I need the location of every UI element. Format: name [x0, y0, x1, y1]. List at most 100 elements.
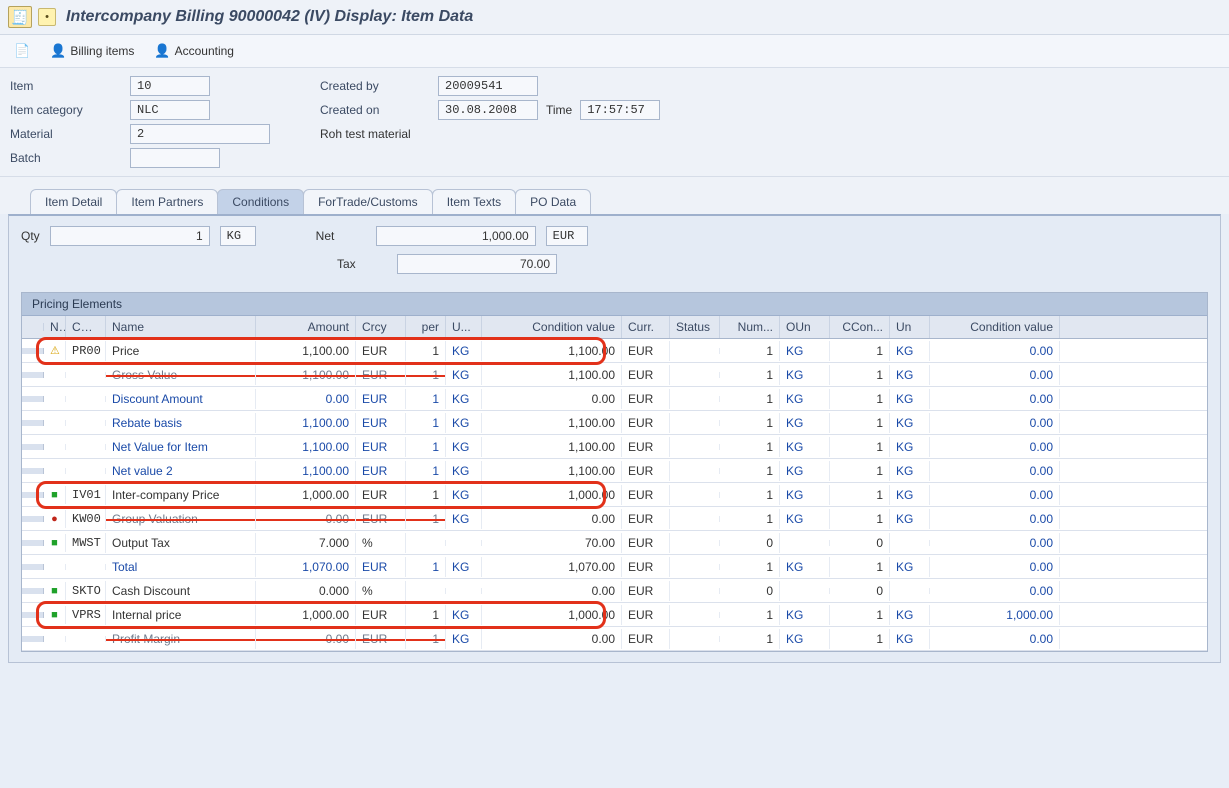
- row-selector[interactable]: [22, 564, 44, 570]
- cell-ccon: 1: [830, 365, 890, 385]
- batch-field[interactable]: [130, 148, 220, 168]
- item-field[interactable]: [130, 76, 210, 96]
- row-selector[interactable]: [22, 516, 44, 522]
- status-icon: [44, 444, 66, 450]
- tab-item-texts[interactable]: Item Texts: [432, 189, 516, 214]
- cell-uom: KG: [446, 413, 482, 433]
- time-field[interactable]: [580, 100, 660, 120]
- material-field[interactable]: [130, 124, 270, 144]
- row-selector[interactable]: [22, 444, 44, 450]
- cell-cv2: 0.00: [930, 485, 1060, 505]
- cell-crcy: EUR: [356, 389, 406, 409]
- table-row[interactable]: Total1,070.00EUR1KG1,070.00EUR1KG1KG0.00: [22, 555, 1207, 579]
- cell-num: 0: [720, 533, 780, 553]
- tab-item-partners[interactable]: Item Partners: [116, 189, 218, 214]
- status-icon: [44, 564, 66, 570]
- billing-items-button[interactable]: 👤 Billing items: [46, 41, 138, 61]
- cell-num: 1: [720, 557, 780, 577]
- cell-num: 1: [720, 365, 780, 385]
- material-desc: Roh test material: [320, 127, 411, 141]
- pricing-title: Pricing Elements: [22, 293, 1207, 316]
- cell-oun: KG: [780, 389, 830, 409]
- table-row[interactable]: ■VPRSInternal price1,000.00EUR1KG1,000.0…: [22, 603, 1207, 627]
- tab-conditions[interactable]: Conditions: [217, 189, 304, 214]
- cell-amount: 7.000: [256, 533, 356, 553]
- created-on-field[interactable]: [438, 100, 538, 120]
- net-field[interactable]: [376, 226, 536, 246]
- qty-unit-field[interactable]: [220, 226, 256, 246]
- tax-label: Tax: [337, 257, 387, 271]
- table-row[interactable]: ■IV01Inter-company Price1,000.00EUR1KG1,…: [22, 483, 1207, 507]
- cell-oun: KG: [780, 437, 830, 457]
- table-row[interactable]: Net Value for Item1,100.00EUR1KG1,100.00…: [22, 435, 1207, 459]
- toolbar: 📄 👤 Billing items 👤 Accounting: [0, 35, 1229, 68]
- row-selector[interactable]: [22, 636, 44, 642]
- table-row[interactable]: ■MWSTOutput Tax7.000%70.00EUR000.00: [22, 531, 1207, 555]
- tab-po-data[interactable]: PO Data: [515, 189, 591, 214]
- cell-curr: EUR: [622, 605, 670, 625]
- cell-num: 1: [720, 509, 780, 529]
- page-title: Intercompany Billing 90000042 (IV) Displ…: [66, 8, 473, 26]
- table-row[interactable]: Discount Amount0.00EUR1KG0.00EUR1KG1KG0.…: [22, 387, 1207, 411]
- cell-status: [670, 636, 720, 642]
- col-crcy: Crcy: [356, 316, 406, 338]
- cell-num: 1: [720, 485, 780, 505]
- tab-fortrade[interactable]: ForTrade/Customs: [303, 189, 433, 214]
- table-row[interactable]: Net value 21,100.00EUR1KG1,100.00EUR1KG1…: [22, 459, 1207, 483]
- cell-ccon: 1: [830, 509, 890, 529]
- cell-crcy: EUR: [356, 557, 406, 577]
- cell-oun: KG: [780, 605, 830, 625]
- table-row[interactable]: Profit Margin0.00EUR1KG0.00EUR1KG1KG0.00: [22, 627, 1207, 651]
- cell-uom: KG: [446, 341, 482, 361]
- col-cv2: Condition value: [930, 316, 1060, 338]
- cell-crcy: EUR: [356, 509, 406, 529]
- new-button[interactable]: 📄: [10, 41, 34, 61]
- table-row[interactable]: ■SKTOCash Discount0.000%0.00EUR000.00: [22, 579, 1207, 603]
- material-label: Material: [10, 127, 130, 141]
- tab-item-detail[interactable]: Item Detail: [30, 189, 117, 214]
- created-by-field[interactable]: [438, 76, 538, 96]
- row-selector[interactable]: [22, 396, 44, 402]
- cell-crcy: EUR: [356, 437, 406, 457]
- cell-cnty: [66, 444, 106, 450]
- cell-num: 1: [720, 461, 780, 481]
- cell-ccon: 1: [830, 605, 890, 625]
- col-ccon: CCon...: [830, 316, 890, 338]
- cell-amount: 1,100.00: [256, 365, 356, 385]
- cell-cnty: VPRS: [66, 605, 106, 625]
- table-row[interactable]: Gross Value1,100.00EUR1KG1,100.00EUR1KG1…: [22, 363, 1207, 387]
- tax-field[interactable]: [397, 254, 557, 274]
- table-row[interactable]: ⚠PR00Price1,100.00EUR1KG1,100.00EUR1KG1K…: [22, 339, 1207, 363]
- row-selector[interactable]: [22, 540, 44, 546]
- cell-un: KG: [890, 509, 930, 529]
- cell-oun: [780, 588, 830, 594]
- cell-uom: [446, 588, 482, 594]
- table-row[interactable]: ●KW00Group Valuation0.00EUR1KG0.00EUR1KG…: [22, 507, 1207, 531]
- row-selector[interactable]: [22, 468, 44, 474]
- cell-crcy: EUR: [356, 413, 406, 433]
- row-selector[interactable]: [22, 372, 44, 378]
- cell-ccon: 1: [830, 413, 890, 433]
- accounting-button[interactable]: 👤 Accounting: [150, 41, 238, 61]
- item-label: Item: [10, 79, 130, 93]
- col-num: Num...: [720, 316, 780, 338]
- cell-curr: EUR: [622, 581, 670, 601]
- row-selector[interactable]: [22, 420, 44, 426]
- row-selector[interactable]: [22, 492, 44, 498]
- cell-status: [670, 444, 720, 450]
- net-label: Net: [316, 229, 366, 243]
- item-category-field[interactable]: [130, 100, 210, 120]
- row-selector[interactable]: [22, 348, 44, 354]
- cell-curr: EUR: [622, 413, 670, 433]
- net-curr-field[interactable]: [546, 226, 588, 246]
- cell-cv2: 0.00: [930, 557, 1060, 577]
- cell-name: Net value 2: [106, 461, 256, 481]
- cell-cv2: 0.00: [930, 629, 1060, 649]
- cell-per: 1: [406, 437, 446, 457]
- cell-uom: KG: [446, 389, 482, 409]
- table-row[interactable]: Rebate basis1,100.00EUR1KG1,100.00EUR1KG…: [22, 411, 1207, 435]
- cell-cnty: [66, 420, 106, 426]
- row-selector[interactable]: [22, 612, 44, 618]
- row-selector[interactable]: [22, 588, 44, 594]
- qty-field[interactable]: [50, 226, 210, 246]
